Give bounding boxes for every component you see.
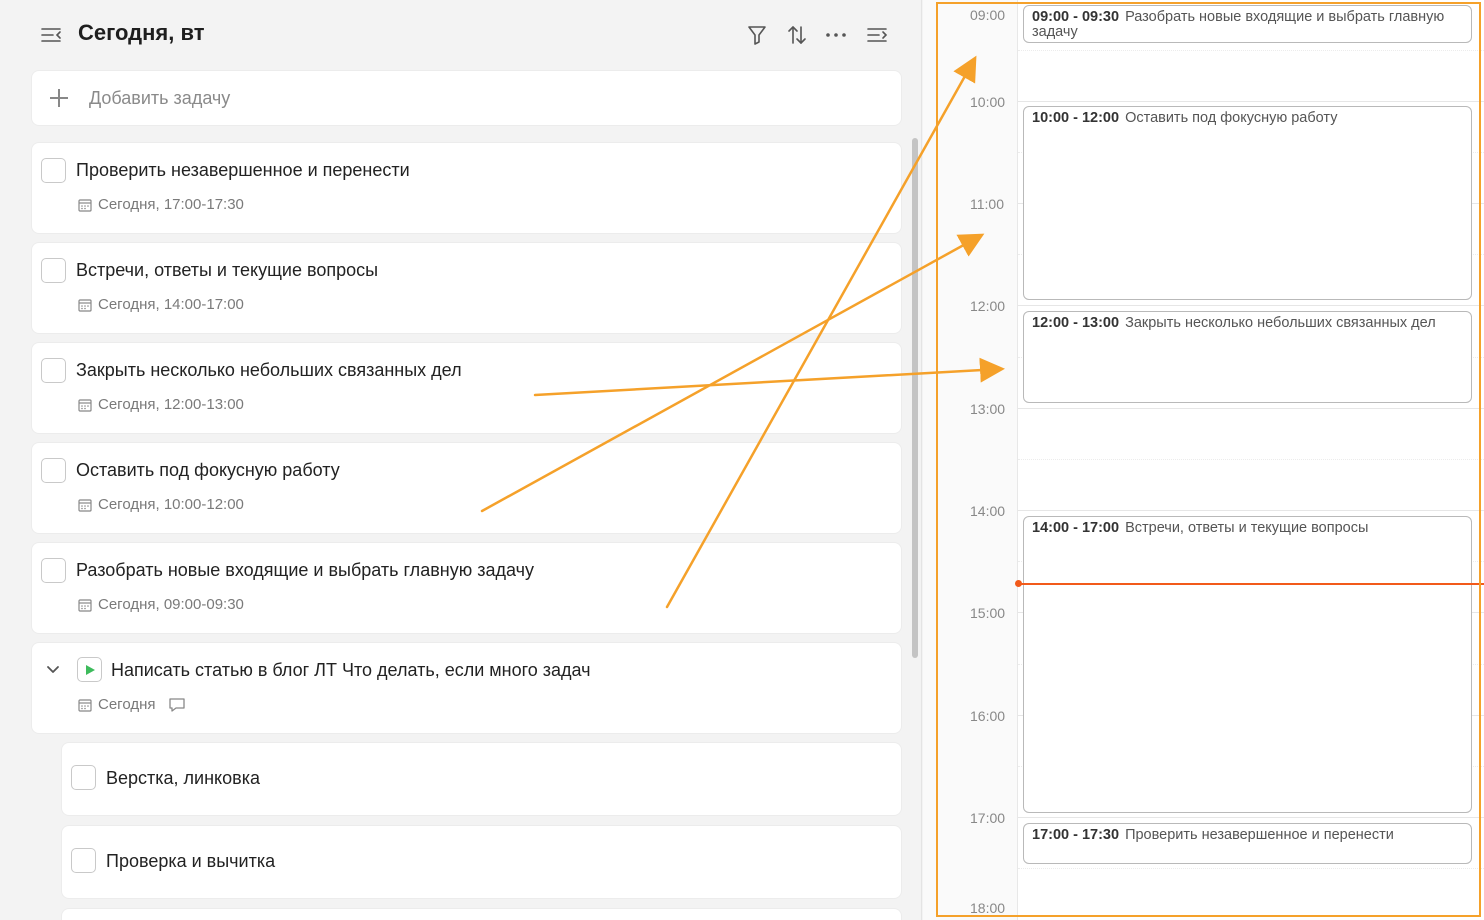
project-title: Написать статью в блог ЛТ Что делать, ес… [111, 660, 591, 680]
grid-line [1018, 50, 1484, 51]
current-time-line [1018, 583, 1484, 585]
calendar-event[interactable]: 17:00 - 17:30 Проверить незавершенное и п… [1023, 823, 1472, 864]
event-time: 17:00 - 17:30 [1032, 827, 1120, 843]
task-title: Оставить под фокусную работу [76, 460, 340, 480]
subtask-card[interactable]: Проверка и вычитка [62, 826, 901, 898]
project-card[interactable]: Написать статью в блог ЛТ Что делать, ес… [32, 643, 901, 733]
subtask-checkbox[interactable] [71, 848, 96, 873]
play-icon[interactable] [77, 657, 102, 682]
subtask-title: Проверка и вычитка [106, 851, 276, 871]
task-date-label: Сегодня, 09:00-09:30 [98, 596, 244, 613]
hour-label: 17:00 [970, 810, 1006, 826]
filter-icon[interactable] [744, 22, 770, 48]
event-time: 14:00 - 17:00 [1032, 520, 1120, 536]
collapse-right-icon[interactable] [864, 22, 890, 48]
hour-label: 09:00 [970, 7, 1006, 23]
task-date: Сегодня, 14:00-17:00 [78, 296, 244, 313]
task-checkbox[interactable] [41, 358, 66, 383]
task-title: Закрыть несколько небольших связанных де… [76, 360, 462, 380]
task-date-label: Сегодня, 10:00-12:00 [98, 496, 244, 513]
hour-label: 12:00 [970, 298, 1006, 314]
project-date-label: Сегодня [98, 696, 156, 713]
grid-line [1018, 305, 1484, 306]
calendar-event[interactable]: 14:00 - 17:00 Встречи, ответы и текущие в… [1023, 516, 1472, 813]
collapse-left-icon[interactable] [38, 22, 64, 48]
task-title: Проверить незавершенное и перенести [76, 160, 410, 180]
comment-icon[interactable] [168, 697, 186, 713]
hour-label: 11:00 [970, 196, 1004, 212]
project-date: Сегодня [78, 696, 186, 713]
task-card[interactable]: Закрыть несколько небольших связанных де… [32, 343, 901, 433]
grid-line [1018, 817, 1484, 818]
task-date: Сегодня, 10:00-12:00 [78, 496, 244, 513]
task-checkbox[interactable] [41, 258, 66, 283]
event-title: Проверить незавершенное и перенести [1125, 827, 1394, 843]
event-title: Встречи, ответы и текущие вопросы [1125, 520, 1369, 536]
page-title: Сегодня, вт [78, 20, 205, 45]
grid-line [1018, 510, 1484, 511]
calendar-icon [78, 198, 92, 212]
calendar-icon [78, 398, 92, 412]
task-date: Сегодня, 12:00-13:00 [78, 396, 244, 413]
sort-icon[interactable] [784, 22, 810, 48]
event-time: 09:00 - 09:30 [1032, 9, 1120, 25]
plus-icon [48, 87, 70, 109]
task-date-label: Сегодня, 12:00-13:00 [98, 396, 244, 413]
task-card[interactable]: Оставить под фокусную работу Сегодня, 10… [32, 443, 901, 533]
task-card[interactable]: Проверить незавершенное и перенести Сего… [32, 143, 901, 233]
hour-label: 14:00 [970, 503, 1006, 519]
add-task-placeholder: Добавить задачу [89, 87, 231, 108]
task-title: Встречи, ответы и текущие вопросы [76, 260, 379, 280]
hour-label: 10:00 [970, 94, 1006, 110]
grid-line [1018, 459, 1484, 460]
task-list-panel: Сегодня, вт Добавить задачу Проверить не… [0, 0, 922, 920]
calendar-event[interactable]: 09:00 - 09:30 Разобрать новые входящие и … [1023, 5, 1472, 43]
hour-label: 18:00 [970, 900, 1006, 916]
task-date-label: Сегодня, 17:00-17:30 [98, 196, 244, 213]
calendar-icon [78, 598, 92, 612]
event-time: 10:00 - 12:00 [1032, 110, 1120, 126]
event-time: 12:00 - 13:00 [1032, 315, 1120, 331]
calendar-icon [78, 498, 92, 512]
task-title: Разобрать новые входящие и выбрать главн… [76, 560, 534, 580]
task-card[interactable]: Встречи, ответы и текущие вопросы Сегодн… [32, 243, 901, 333]
hour-label: 16:00 [970, 708, 1006, 724]
calendar-event[interactable]: 10:00 - 12:00 Оставить под фокусную работ… [1023, 106, 1472, 300]
calendar-icon [78, 698, 92, 712]
event-title: Оставить под фокусную работу [1125, 110, 1338, 126]
task-date-label: Сегодня, 14:00-17:00 [98, 296, 244, 313]
task-checkbox[interactable] [41, 458, 66, 483]
chevron-down-icon[interactable] [45, 662, 61, 678]
scrollbar[interactable] [912, 138, 918, 658]
add-task-input[interactable]: Добавить задачу [32, 71, 901, 125]
subtask-title: Верстка, линковка [106, 768, 260, 788]
grid-line [1018, 408, 1484, 409]
event-title: Закрыть несколько небольших связанных де… [1125, 315, 1436, 331]
calendar-event[interactable]: 12:00 - 13:00 Закрыть несколько небольших… [1023, 311, 1472, 403]
calendar-icon [78, 298, 92, 312]
subtask-checkbox[interactable] [71, 765, 96, 790]
grid-line [1018, 868, 1484, 869]
task-date: Сегодня, 09:00-09:30 [78, 596, 244, 613]
subtask-card[interactable] [62, 909, 901, 920]
grid-line [1018, 101, 1484, 102]
task-checkbox[interactable] [41, 158, 66, 183]
subtask-card[interactable]: Верстка, линковка [62, 743, 901, 815]
task-card[interactable]: Разобрать новые входящие и выбрать главн… [32, 543, 901, 633]
hour-label: 13:00 [970, 401, 1006, 417]
header: Сегодня, вт [0, 0, 922, 70]
more-icon[interactable] [823, 22, 849, 48]
hour-label: 15:00 [970, 605, 1006, 621]
task-date: Сегодня, 17:00-17:30 [78, 196, 244, 213]
time-column: 09:00 10:00 11:00 12:00 13:00 14:00 15:0… [923, 0, 1018, 920]
task-checkbox[interactable] [41, 558, 66, 583]
calendar-panel: 09:00 10:00 11:00 12:00 13:00 14:00 15:0… [923, 0, 1484, 920]
current-time-dot [1015, 580, 1022, 587]
